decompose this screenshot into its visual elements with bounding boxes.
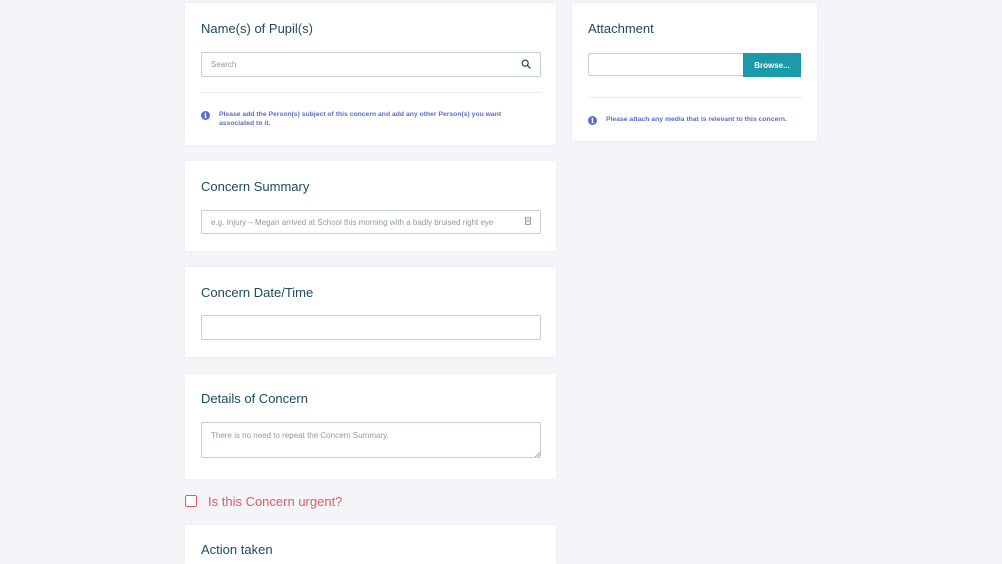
attachment-title: Attachment — [588, 21, 654, 36]
attachment-divider — [588, 97, 802, 98]
pupils-divider — [201, 92, 541, 93]
pupils-card: Name(s) of Pupil(s) i Please add the Per… — [185, 3, 556, 145]
pupil-search-input[interactable] — [201, 52, 541, 77]
details-card: Details of Concern — [185, 374, 556, 479]
attachment-file-field[interactable] — [588, 53, 745, 76]
concern-summary-input[interactable] — [201, 210, 541, 234]
attachment-card: Attachment Browse... i Please attach any… — [572, 3, 817, 141]
datetime-card: Concern Date/Time — [185, 267, 556, 357]
browse-button[interactable]: Browse... — [743, 53, 801, 77]
search-icon[interactable] — [521, 59, 531, 69]
pupils-info: i Please add the Person(s) subject of th… — [201, 110, 531, 128]
urgent-label[interactable]: Is this Concern urgent? — [208, 494, 342, 509]
details-title: Details of Concern — [201, 391, 308, 406]
attachment-info: i Please attach any media that is releva… — [588, 115, 802, 125]
info-icon: i — [201, 111, 210, 120]
action-title: Action taken — [201, 542, 273, 557]
concern-details-textarea[interactable] — [201, 422, 541, 458]
summary-title: Concern Summary — [201, 179, 310, 194]
action-card: Action taken — [185, 525, 556, 564]
attachment-info-text: Please attach any media that is relevant… — [606, 116, 787, 123]
datetime-title: Concern Date/Time — [201, 285, 314, 300]
resize-handle-icon[interactable] — [534, 451, 540, 457]
pupils-info-text: Please add the Person(s) subject of this… — [219, 111, 502, 127]
summary-card: Concern Summary — [185, 161, 556, 251]
pupils-title: Name(s) of Pupil(s) — [201, 21, 313, 36]
concern-datetime-input[interactable] — [201, 315, 541, 340]
info-icon: i — [588, 116, 597, 125]
urgent-checkbox[interactable] — [185, 495, 197, 507]
field-options-icon[interactable] — [525, 217, 531, 225]
